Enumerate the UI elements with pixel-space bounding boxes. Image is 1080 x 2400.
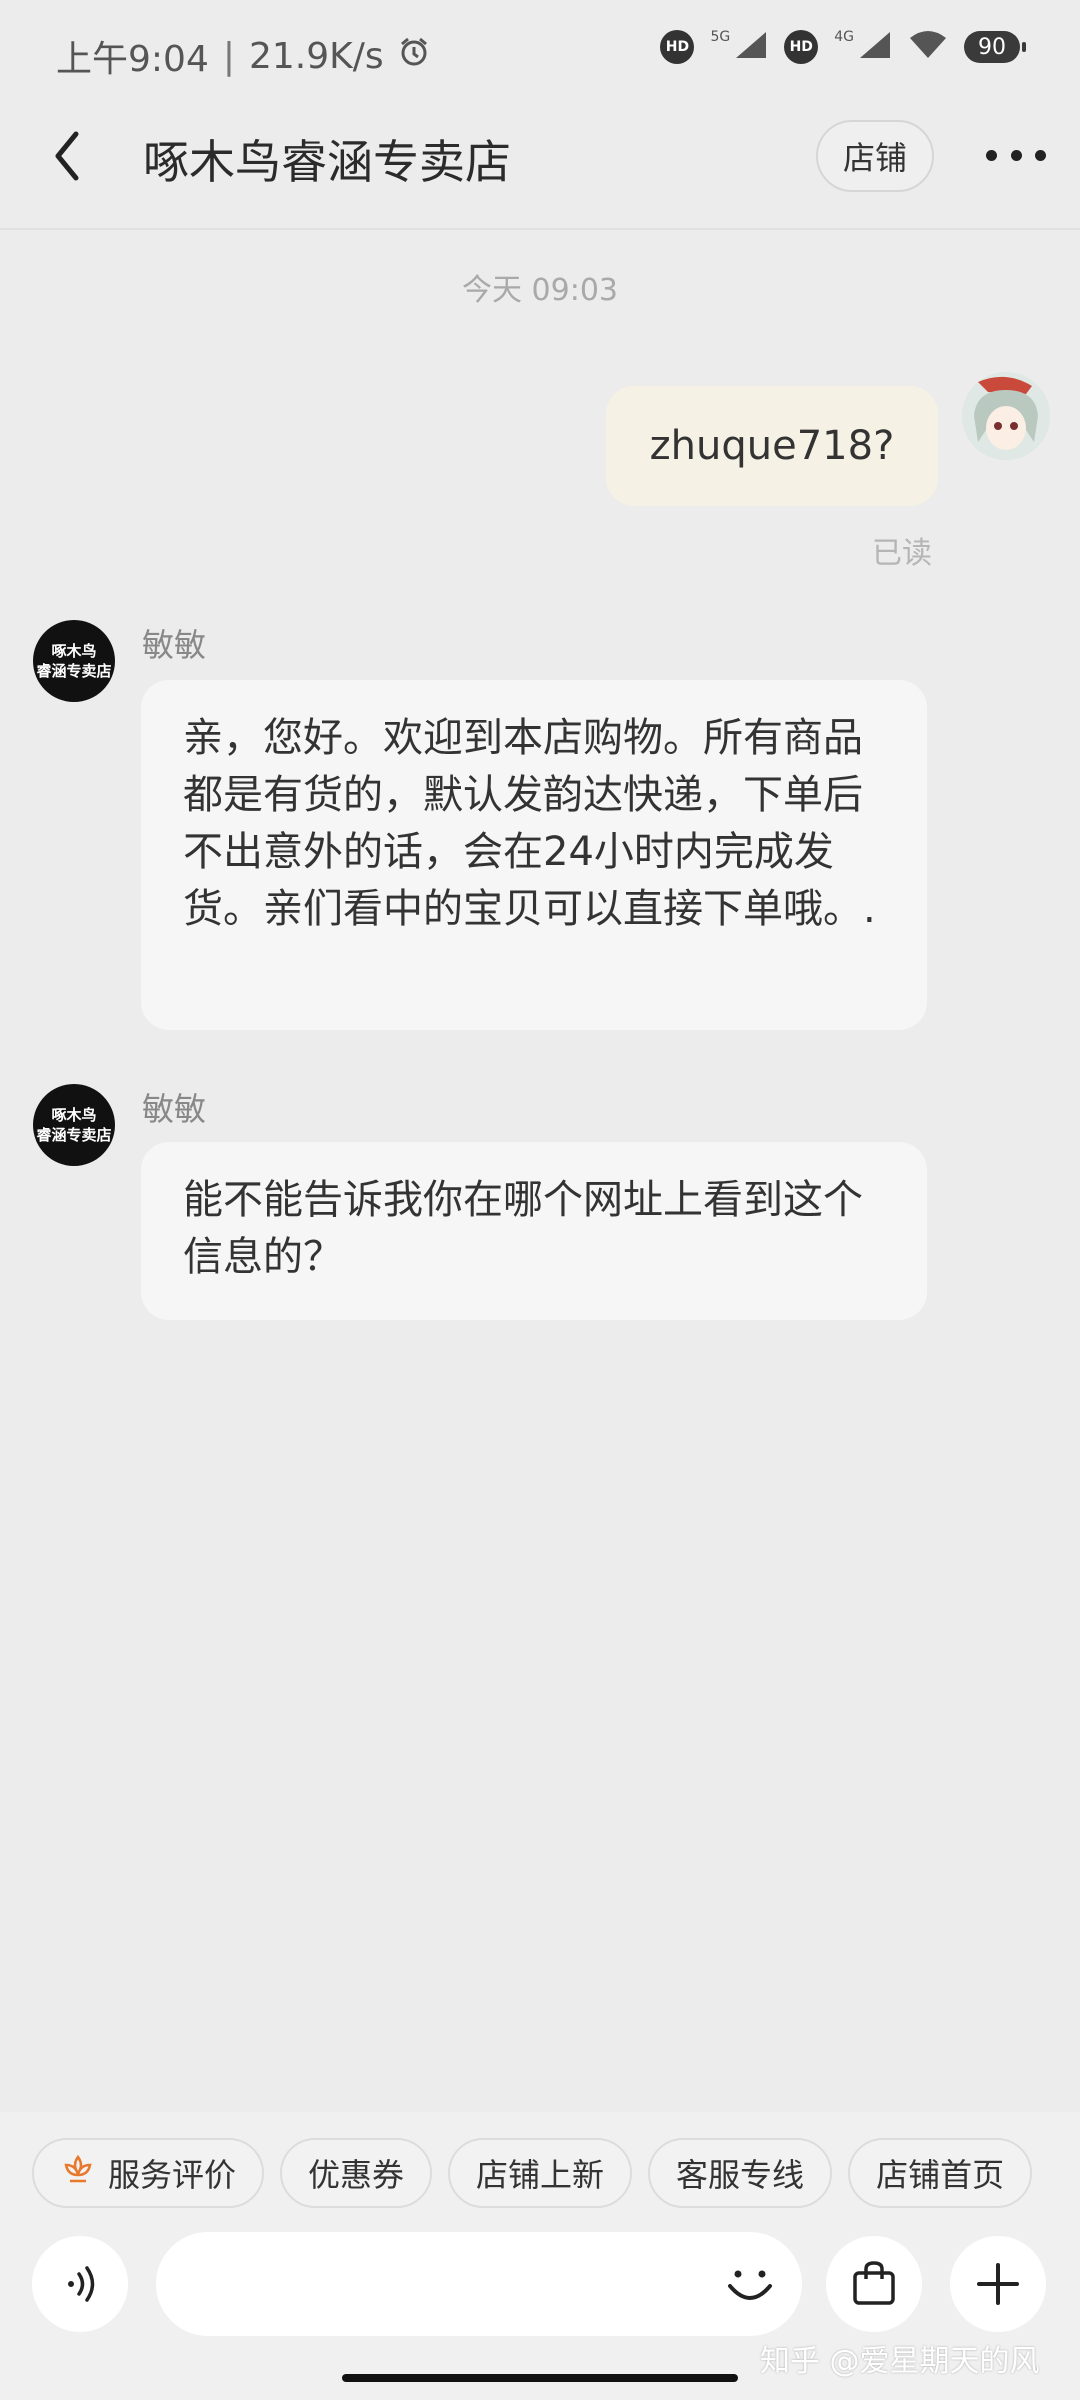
dot-icon — [1035, 149, 1046, 161]
shop-avatar[interactable]: 啄木鸟 睿涵专卖店 — [33, 620, 115, 702]
shop-message-bubble[interactable]: 亲，您好。欢迎到本店购物。所有商品都是有货的，默认发韵达快递，下单后不出意外的话… — [141, 680, 927, 1030]
smiley-icon — [728, 2270, 772, 2300]
home-indicator[interactable] — [342, 2374, 738, 2382]
message-input[interactable] — [156, 2232, 802, 2336]
shopping-bag-icon — [853, 2261, 895, 2305]
read-status: 已读 — [872, 536, 932, 571]
quick-action-bar: 服务评价 优惠券 店铺上新 客服专线 店铺首页 — [32, 2138, 1033, 2208]
avatar-image — [962, 372, 1050, 460]
alarm-icon — [398, 36, 430, 77]
watermark: 知乎 @爱星期天的风 — [760, 2344, 1040, 2379]
battery-icon: 90 — [964, 31, 1026, 63]
status-separator: | — [222, 35, 235, 77]
chip-service-review[interactable]: 服务评价 — [32, 2138, 265, 2208]
network-speed: 21.9K/s — [248, 35, 384, 77]
avatar-text-line1: 啄木鸟 — [51, 642, 97, 660]
hd-icon: HD — [784, 30, 819, 64]
chat-time-label: 今天 09:03 — [462, 273, 618, 308]
sender-name: 敏敏 — [142, 626, 207, 664]
plus-icon — [977, 2263, 1019, 2305]
my-avatar[interactable] — [962, 372, 1050, 460]
order-button[interactable] — [826, 2236, 922, 2332]
network-type-1: 5G — [710, 29, 731, 45]
signal-icon — [858, 30, 892, 64]
my-message-bubble[interactable]: zhuque718? — [606, 386, 938, 506]
status-time: 上午9:04 — [56, 39, 209, 80]
chip-shop-home[interactable]: 店铺首页 — [848, 2138, 1033, 2208]
chip-coupon[interactable]: 优惠券 — [280, 2138, 433, 2208]
signal-icon — [734, 30, 768, 64]
back-button[interactable] — [44, 122, 94, 192]
chip-new-arrivals[interactable]: 店铺上新 — [448, 2138, 633, 2208]
network-type-2: 4G — [834, 29, 854, 45]
dot-icon — [1010, 149, 1022, 161]
wifi-icon — [908, 30, 948, 64]
shop-message-bubble[interactable]: 能不能告诉我你在哪个网址上看到这个信息的？ — [141, 1142, 927, 1320]
shop-button[interactable]: 店铺 — [816, 120, 934, 192]
page-title: 啄木鸟睿涵专卖店 — [143, 135, 511, 189]
status-bar-right: HD 5G HD 4G 90 — [660, 29, 1026, 64]
chip-customer-service[interactable]: 客服专线 — [648, 2138, 833, 2208]
avatar-text-line2: 睿涵专卖店 — [36, 662, 112, 680]
dot-icon — [986, 149, 997, 161]
chevron-left-icon — [55, 131, 79, 181]
add-button[interactable] — [950, 2236, 1046, 2332]
voice-button[interactable] — [32, 2236, 128, 2332]
emoji-button[interactable] — [720, 2254, 780, 2318]
sender-name: 敏敏 — [142, 1090, 207, 1128]
more-button[interactable] — [986, 140, 1046, 170]
avatar-text-line1: 啄木鸟 — [51, 1106, 97, 1124]
divider — [0, 228, 1080, 230]
avatar-text-line2: 睿涵专卖店 — [36, 1126, 112, 1144]
flower-icon — [60, 2151, 96, 2195]
voice-icon — [68, 2266, 95, 2302]
chip-label: 服务评价 — [108, 2156, 237, 2194]
hd-icon: HD — [660, 30, 695, 64]
shop-avatar[interactable]: 啄木鸟 睿涵专卖店 — [33, 1084, 115, 1166]
status-bar-left: 上午9:04 | 21.9K/s — [56, 30, 430, 82]
